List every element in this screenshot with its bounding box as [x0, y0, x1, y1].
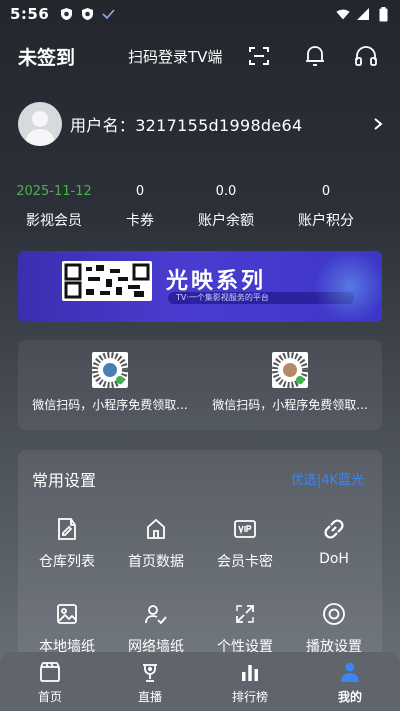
user-check-icon — [144, 602, 168, 626]
coupons-label: 卡券 — [126, 213, 154, 229]
setting-label: DoH — [319, 551, 349, 567]
shield-icon — [59, 7, 73, 21]
setting-label: 首页数据 — [128, 554, 184, 570]
clapperboard-icon — [38, 660, 62, 684]
expand-icon — [233, 602, 257, 626]
setting-label: 会员卡密 — [217, 554, 273, 570]
chevron-right-icon[interactable] — [370, 116, 386, 132]
coupons-value: 0 — [135, 184, 145, 199]
setting-doh[interactable]: DoH — [289, 517, 379, 567]
nav-label: 直播 — [137, 690, 162, 704]
stat-coupons[interactable]: 0 卡券 — [104, 180, 176, 230]
member-expiry-value: 2025-11-12 — [16, 184, 92, 199]
bar-chart-icon — [238, 660, 262, 684]
qr-caption: 微信扫码，小程序免费领取... — [32, 398, 188, 412]
avatar[interactable] — [18, 102, 62, 146]
wechat-qr-card: 微信扫码，小程序免费领取... 微信扫码，小程序免费领取... — [18, 340, 382, 430]
qr-item[interactable]: 微信扫码，小程序免费领取... — [22, 352, 198, 413]
shield-icon — [80, 7, 94, 21]
banner-title: 光映系列 — [166, 269, 267, 294]
check-icon — [101, 7, 115, 21]
status-bar: 5:56 — [0, 0, 400, 28]
vip-card-icon — [233, 517, 257, 541]
headphones-icon[interactable] — [353, 43, 379, 69]
status-time: 5:56 — [10, 5, 50, 23]
promo-banner[interactable]: 光映系列 TV·一个集影视服务的平台 — [18, 251, 382, 322]
setting-personalization[interactable]: 个性设置 — [200, 602, 290, 656]
setting-label: 仓库列表 — [39, 554, 95, 570]
banner-decoration — [302, 251, 382, 322]
nav-live[interactable]: 直播 — [100, 652, 200, 711]
stat-points[interactable]: 0 账户积分 — [276, 180, 376, 230]
settings-title: 常用设置 — [32, 471, 97, 490]
home-icon — [144, 517, 168, 541]
balance-value: 0.0 — [215, 184, 237, 199]
wifi-icon — [336, 7, 350, 21]
user-profile-row[interactable]: 用户名：3217155d1998de64 — [18, 100, 386, 148]
bell-icon[interactable] — [302, 43, 328, 69]
account-stats: 2025-11-12 影视会员 0 卡券 0.0 账户余额 0 账户积分 — [16, 180, 382, 230]
member-label: 影视会员 — [26, 213, 82, 229]
nav-home[interactable]: 首页 — [0, 652, 100, 711]
setting-playback[interactable]: 播放设置 — [289, 602, 379, 656]
points-value: 0 — [321, 184, 331, 199]
scan-icon[interactable] — [246, 43, 272, 69]
trophy-icon — [138, 660, 162, 684]
setting-local-wallpaper[interactable]: 本地墙纸 — [22, 602, 112, 656]
play-circle-icon — [322, 602, 346, 626]
link-icon — [322, 517, 346, 541]
preferred-4k-link[interactable]: 优选|4K蓝光 — [291, 469, 364, 488]
battery-icon — [376, 6, 390, 21]
wechat-qr-code — [272, 352, 308, 388]
stat-member[interactable]: 2025-11-12 影视会员 — [4, 180, 104, 230]
stat-balance[interactable]: 0.0 账户余额 — [176, 180, 276, 230]
user-name: 用户名：3217155d1998de64 — [70, 116, 303, 135]
image-icon — [55, 602, 79, 626]
setting-vip-card[interactable]: 会员卡密 — [200, 517, 290, 571]
wechat-qr-code — [92, 352, 128, 388]
setting-repo-list[interactable]: 仓库列表 — [22, 517, 112, 571]
common-settings-card: 常用设置 优选|4K蓝光 仓库列表 首页数据 会员卡密 DoH 本地墙纸 网络墙… — [18, 450, 382, 680]
nav-mine[interactable]: 我的 — [300, 652, 400, 711]
points-label: 账户积分 — [298, 213, 354, 229]
setting-home-data[interactable]: 首页数据 — [111, 517, 201, 571]
nav-label: 我的 — [337, 690, 362, 704]
person-icon — [338, 660, 362, 684]
scan-login-tv-link[interactable]: 扫码登录TV端 — [128, 46, 222, 67]
qr-caption: 微信扫码，小程序免费领取... — [212, 398, 368, 412]
nav-label: 首页 — [37, 690, 62, 704]
banner-qr-code — [62, 261, 152, 301]
setting-network-wallpaper[interactable]: 网络墙纸 — [111, 602, 201, 656]
sign-in-status[interactable]: 未签到 — [18, 43, 75, 70]
qr-item[interactable]: 微信扫码，小程序免费领取... — [202, 352, 378, 413]
balance-label: 账户余额 — [198, 213, 254, 229]
nav-ranking[interactable]: 排行榜 — [200, 652, 300, 711]
nav-label: 排行榜 — [231, 690, 268, 704]
bottom-nav: 首页 直播 排行榜 我的 — [0, 652, 400, 711]
top-bar: 未签到 扫码登录TV端 — [0, 36, 400, 76]
signal-icon — [356, 7, 370, 21]
document-edit-icon — [55, 517, 79, 541]
